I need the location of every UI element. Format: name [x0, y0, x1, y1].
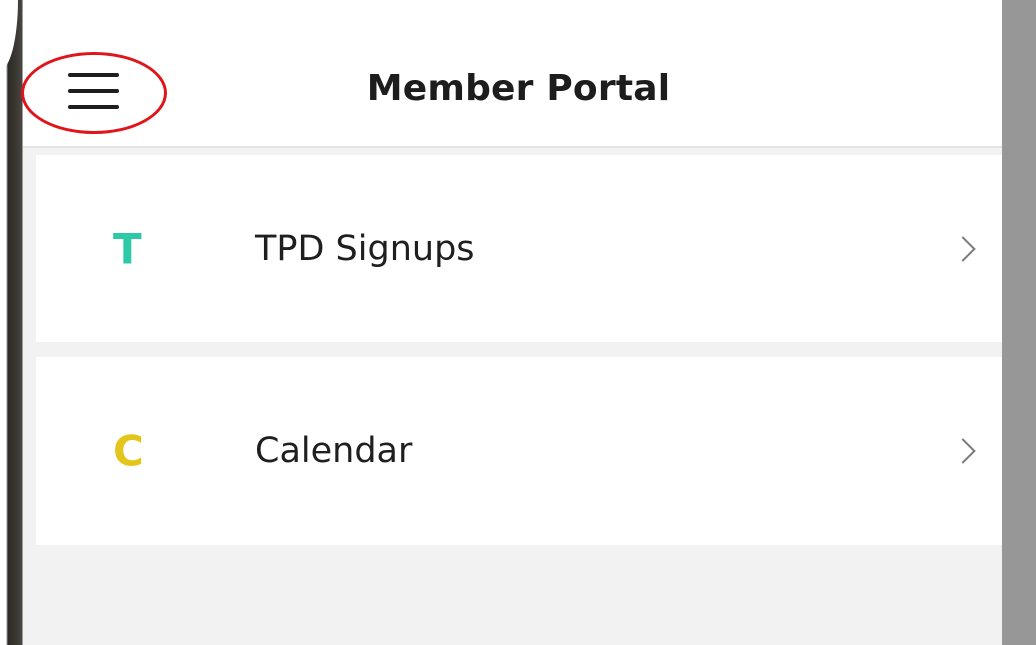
app-screen: Member Portal T TPD Signups C Calendar [21, 0, 1002, 645]
list-item-tpd-signups[interactable]: T TPD Signups [36, 155, 1002, 342]
menu-list: T TPD Signups C Calendar [36, 155, 1002, 560]
list-item-calendar[interactable]: C Calendar [36, 357, 1002, 545]
list-item-label: TPD Signups [255, 228, 475, 269]
device-bezel-left [0, 0, 23, 645]
letter-avatar-icon: C [113, 426, 144, 476]
page-title: Member Portal [366, 68, 671, 109]
overlay-edge-right [1002, 0, 1036, 645]
chevron-right-icon [950, 438, 976, 464]
device-frame: Member Portal T TPD Signups C Calendar [0, 0, 1036, 645]
chevron-right-icon [950, 235, 976, 262]
app-header: Member Portal [21, 0, 1002, 148]
letter-avatar-icon: T [113, 224, 142, 273]
list-item-label: Calendar [255, 431, 413, 471]
